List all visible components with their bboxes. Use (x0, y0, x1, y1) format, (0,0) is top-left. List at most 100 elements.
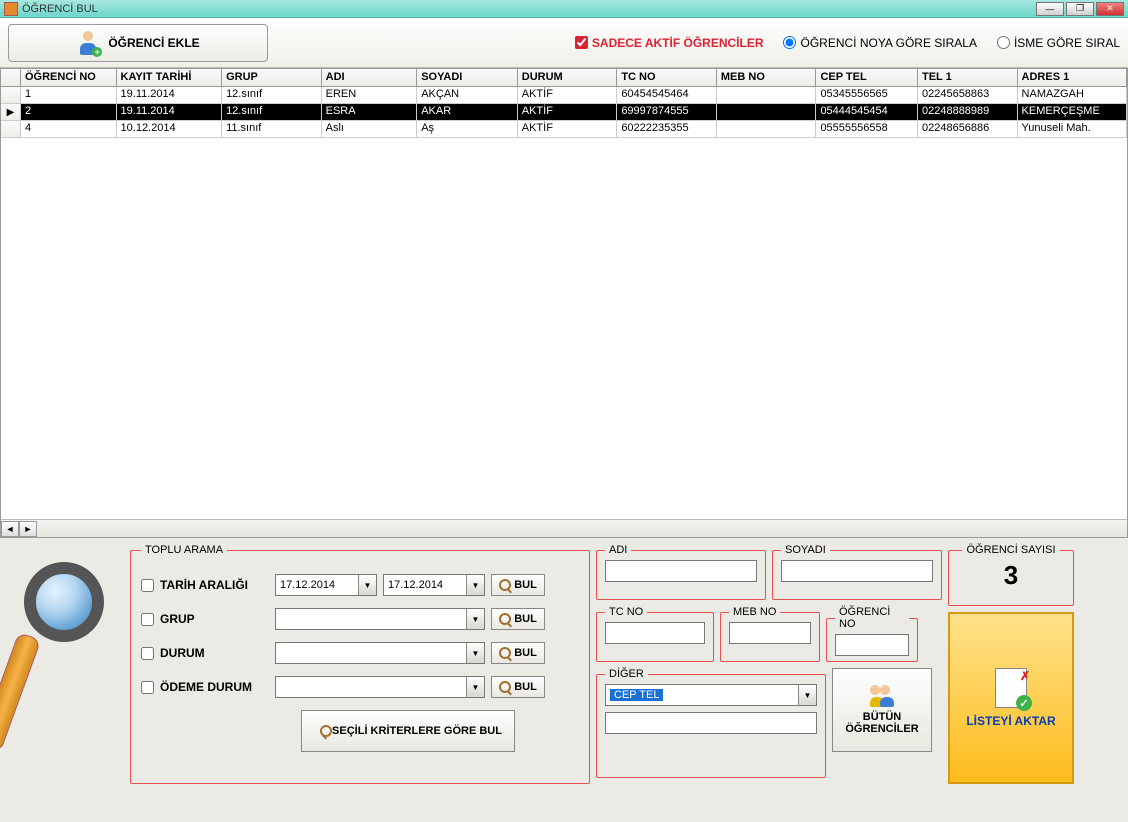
column-header[interactable]: TC NO (617, 69, 717, 86)
add-student-button[interactable]: + ÖĞRENCİ EKLE (8, 24, 268, 62)
table-row[interactable]: 119.11.201412.sınıfERENAKÇANAKTİF6045454… (1, 87, 1127, 104)
date-to-value: 17.12.2014 (388, 579, 443, 591)
maximize-button[interactable]: ❐ (1066, 2, 1094, 16)
grid-body[interactable]: 119.11.201412.sınıfERENAKÇANAKTİF6045454… (1, 87, 1127, 138)
chevron-down-icon[interactable]: ▼ (466, 643, 484, 663)
row-indicator (1, 121, 21, 138)
titlebar: ÖĞRENCİ BUL — ❐ ✕ (0, 0, 1128, 18)
date-from-combo[interactable]: 17.12.2014 ▼ (275, 574, 377, 596)
chevron-down-icon[interactable]: ▼ (358, 575, 376, 595)
cell: 02248656886 (918, 121, 1018, 138)
cell: 19.11.2014 (117, 104, 223, 121)
mebno-input[interactable] (729, 622, 811, 644)
column-header[interactable]: ÖĞRENCİ NO (21, 69, 117, 86)
group-input[interactable] (141, 613, 154, 626)
studentno-input[interactable] (835, 634, 909, 656)
status-input[interactable] (141, 647, 154, 660)
cell (717, 104, 817, 121)
export-list-button[interactable]: ✗ ✓ LİSTEYİ AKTAR (948, 612, 1074, 784)
table-row[interactable]: ▶219.11.201412.sınıfESRAAKARAKTİF6999787… (1, 104, 1127, 121)
date-to-combo[interactable]: 17.12.2014 ▼ (383, 574, 485, 596)
count-value: 3 (957, 560, 1065, 591)
column-header[interactable]: ADI (322, 69, 418, 86)
find-label: BUL (514, 647, 537, 659)
chevron-down-icon[interactable]: ▼ (466, 575, 484, 595)
find-date-button[interactable]: BUL (491, 574, 545, 596)
mebno-fieldset: MEB NO (720, 606, 820, 662)
scroll-right-button[interactable]: ► (19, 521, 37, 537)
cell: AKÇAN (417, 87, 518, 104)
cell: 05555556558 (816, 121, 918, 138)
export-label: LİSTEYİ AKTAR (966, 714, 1055, 728)
sort-by-name-radio[interactable]: İSME GÖRE SIRAL (997, 36, 1120, 50)
status-combo[interactable]: ▼ (275, 642, 485, 664)
other-value-input[interactable] (605, 712, 817, 734)
name-input[interactable] (605, 560, 757, 582)
cell: KEMERÇEŞME (1018, 104, 1128, 121)
chevron-down-icon[interactable]: ▼ (466, 609, 484, 629)
sort-by-name-input[interactable] (997, 36, 1010, 49)
other-legend: DİĞER (605, 668, 648, 680)
studentno-fieldset: ÖĞRENCİ NO (826, 606, 918, 662)
row-indicator: ▶ (1, 104, 21, 121)
export-icon: ✗ ✓ (995, 668, 1027, 708)
column-header[interactable]: MEB NO (717, 69, 817, 86)
status-checkbox[interactable]: DURUM (141, 646, 269, 660)
find-status-button[interactable]: BUL (491, 642, 545, 664)
sort-by-no-radio[interactable]: ÖĞRENCİ NOYA GÖRE SIRALA (783, 36, 976, 50)
search-icon (499, 613, 511, 625)
only-active-input[interactable] (575, 36, 588, 49)
find-label: BUL (514, 613, 537, 625)
only-active-checkbox[interactable]: SADECE AKTİF ÖĞRENCİLER (575, 36, 764, 50)
other-selected: CEP TEL (610, 689, 663, 701)
payment-checkbox[interactable]: ÖDEME DURUM (141, 680, 269, 694)
column-header[interactable]: TEL 1 (918, 69, 1018, 86)
sort-by-name-label: İSME GÖRE SIRAL (1014, 36, 1120, 50)
tcno-input[interactable] (605, 622, 705, 644)
date-from-value: 17.12.2014 (280, 579, 335, 591)
column-header[interactable]: ADRES 1 (1018, 69, 1128, 86)
column-header[interactable]: SOYADI (417, 69, 518, 86)
surname-input[interactable] (781, 560, 933, 582)
cell: Yunuseli Mah. (1018, 121, 1128, 138)
column-header[interactable]: KAYIT TARİHİ (117, 69, 223, 86)
find-payment-button[interactable]: BUL (491, 676, 545, 698)
student-grid[interactable]: ÖĞRENCİ NOKAYIT TARİHİGRUPADISOYADIDURUM… (0, 68, 1128, 538)
tcno-fieldset: TC NO (596, 606, 714, 662)
column-header[interactable]: CEP TEL (816, 69, 918, 86)
payment-input[interactable] (141, 681, 154, 694)
column-header[interactable]: GRUP (222, 69, 322, 86)
cell: AKAR (417, 104, 518, 121)
all-students-button[interactable]: BÜTÜN ÖĞRENCİLER (832, 668, 932, 752)
sort-by-no-input[interactable] (783, 36, 796, 49)
chevron-down-icon[interactable]: ▼ (466, 677, 484, 697)
cell: 05345556565 (816, 87, 918, 104)
minimize-button[interactable]: — (1036, 2, 1064, 16)
search-icon (499, 647, 511, 659)
bulk-search-fieldset: TOPLU ARAMA TARİH ARALIĞI 17.12.2014 ▼ 1… (130, 544, 590, 784)
close-button[interactable]: ✕ (1096, 2, 1124, 16)
scroll-left-button[interactable]: ◄ (1, 521, 19, 537)
horizontal-scrollbar[interactable]: ◄ ► (1, 519, 1127, 537)
group-checkbox[interactable]: GRUP (141, 612, 269, 626)
find-by-criteria-button[interactable]: SEÇİLİ KRİTERLERE GÖRE BUL (301, 710, 515, 752)
group-combo[interactable]: ▼ (275, 608, 485, 630)
cell: 2 (21, 104, 117, 121)
bottom-panel: TOPLU ARAMA TARİH ARALIĞI 17.12.2014 ▼ 1… (0, 538, 1128, 788)
table-row[interactable]: 410.12.201411.sınıfAslıAşAKTİF6022223535… (1, 121, 1127, 138)
other-combo[interactable]: CEP TEL ▼ (605, 684, 817, 706)
column-header[interactable]: DURUM (518, 69, 618, 86)
cell: 4 (21, 121, 117, 138)
toolbar: + ÖĞRENCİ EKLE SADECE AKTİF ÖĞRENCİLER Ö… (0, 18, 1128, 68)
payment-combo[interactable]: ▼ (275, 676, 485, 698)
find-group-button[interactable]: BUL (491, 608, 545, 630)
date-range-input[interactable] (141, 579, 154, 592)
cell: 69997874555 (617, 104, 717, 121)
cell: 12.sınıf (222, 104, 322, 121)
find-label: BUL (514, 579, 537, 591)
payment-label: ÖDEME DURUM (160, 680, 252, 694)
status-label: DURUM (160, 646, 205, 660)
date-range-checkbox[interactable]: TARİH ARALIĞI (141, 578, 269, 592)
cell: 60454545464 (617, 87, 717, 104)
chevron-down-icon[interactable]: ▼ (798, 685, 816, 705)
